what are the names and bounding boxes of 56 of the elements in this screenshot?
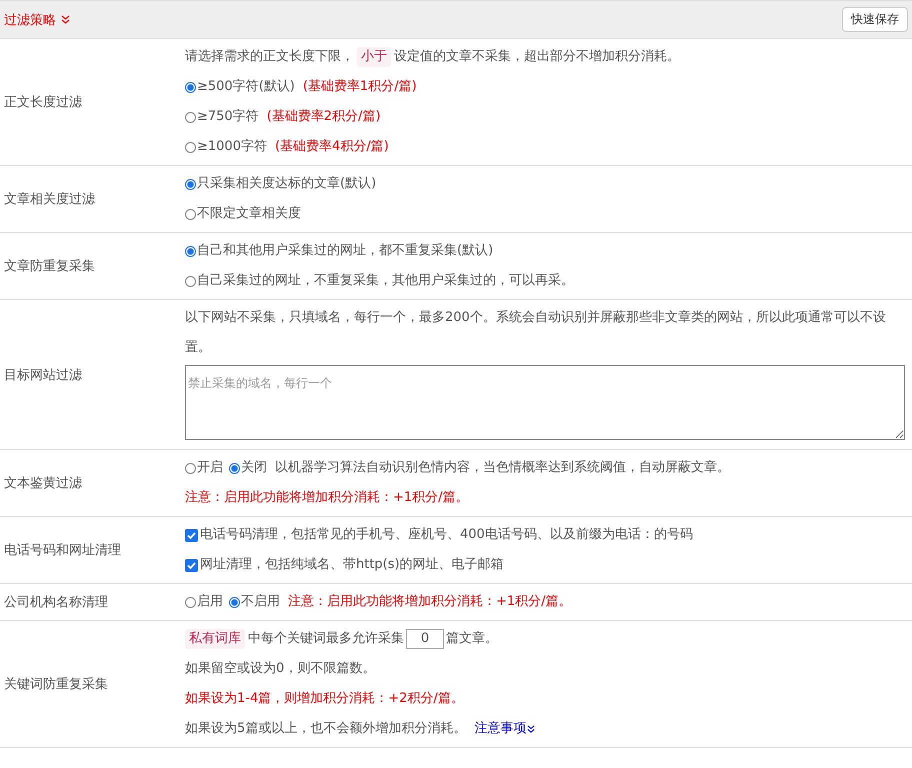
setting-label: 文本鉴黄过滤 bbox=[3, 475, 83, 493]
radio-icon[interactable] bbox=[185, 208, 196, 220]
radio-icon[interactable] bbox=[229, 462, 240, 474]
checkbox[interactable] bbox=[185, 558, 198, 572]
checkbox-option[interactable]: 电话号码清理，包括常见的手机号、座机号、400电话号码、以及前缀为电话：的号码 bbox=[185, 520, 693, 550]
radio-option[interactable]: 自己采集过的网址，不重复采集，其他用户采集过的，可以再采。 bbox=[185, 266, 574, 296]
number-field[interactable]: 0 bbox=[406, 629, 444, 649]
radio-icon[interactable] bbox=[185, 142, 196, 152]
highlight-tag: 小于 bbox=[357, 47, 391, 67]
setting-label: 正文长度过滤 bbox=[3, 94, 83, 112]
radio-option[interactable]: 只采集相关度达标的文章(默认) bbox=[185, 169, 376, 199]
setting-label: 文章相关度过滤 bbox=[3, 191, 96, 209]
radio-icon[interactable] bbox=[185, 178, 196, 190]
double-chevron-icon bbox=[527, 725, 536, 733]
warning-text: (基础费率4积分/篇) bbox=[274, 138, 389, 156]
radio-icon[interactable] bbox=[229, 596, 240, 608]
radio-icon[interactable] bbox=[185, 462, 196, 474]
double-chevron-icon bbox=[61, 15, 70, 24]
warning-text: (基础费率1积分/篇) bbox=[302, 78, 417, 96]
radio-option[interactable]: ≥500字符(默认) bbox=[185, 72, 295, 102]
description-text: 请选择需求的正文长度下限， bbox=[185, 48, 354, 66]
setting-label: 公司机构名称清理 bbox=[3, 594, 109, 612]
setting-label: 目标网站过滤 bbox=[3, 366, 83, 384]
description-text: 如果设为5篇或以上，也不会额外增加积分消耗。 bbox=[185, 720, 466, 738]
highlight-tag: 私有词库 bbox=[185, 629, 245, 649]
setting-label: 文章防重复采集 bbox=[3, 258, 96, 276]
warning-text: 如果设为1-4篇，则增加积分消耗：+2积分/篇。 bbox=[185, 690, 464, 708]
checkbox[interactable] bbox=[185, 528, 198, 542]
radio-option[interactable]: 启用 bbox=[185, 587, 223, 617]
description-text: 以机器学习算法自动识别色情内容，当色情概率达到系统阈值，自动屏蔽文章。 bbox=[275, 459, 730, 477]
setting-label: 关键词防重复采集 bbox=[3, 676, 109, 694]
description-text: 如果留空或设为0，则不限篇数。 bbox=[185, 660, 376, 678]
radio-option[interactable]: 不限定文章相关度 bbox=[185, 199, 301, 229]
domain-textarea[interactable]: 禁止采集的域名，每行一个 bbox=[185, 365, 905, 440]
warning-text: 注意：启用此功能将增加积分消耗：+1积分/篇。 bbox=[288, 593, 572, 611]
radio-option[interactable]: 自己和其他用户采集过的网址，都不重复采集(默认) bbox=[185, 236, 494, 266]
radio-icon[interactable] bbox=[185, 112, 196, 122]
setting-label: 电话号码和网址清理 bbox=[3, 542, 122, 560]
radio-icon[interactable] bbox=[185, 82, 196, 92]
warning-text: 注意：启用此功能将增加积分消耗：+1积分/篇。 bbox=[185, 489, 469, 507]
description-text: 以下网站不采集，只填域名，每行一个，最多200个。系统会自动识别并屏蔽那些非文章类的网站，所以此项通常可以不设置。 bbox=[185, 309, 887, 357]
radio-icon[interactable] bbox=[185, 276, 196, 286]
radio-option[interactable]: 关闭 bbox=[229, 453, 267, 483]
description-text: 设定值的文章不采集，超出部分不增加积分消耗。 bbox=[394, 48, 680, 66]
quick-save-button[interactable]: 快速保存 bbox=[842, 7, 908, 32]
radio-option[interactable]: ≥1000字符 bbox=[185, 132, 267, 162]
radio-option[interactable]: 开启 bbox=[185, 453, 223, 483]
description-text: 篇文章。 bbox=[446, 630, 498, 648]
radio-option[interactable]: 不启用 bbox=[229, 587, 280, 617]
notes-link[interactable]: 注意事项 bbox=[474, 714, 536, 744]
warning-text: (基础费率2积分/篇) bbox=[266, 108, 381, 126]
radio-option[interactable]: ≥750字符 bbox=[185, 102, 259, 132]
radio-icon[interactable] bbox=[185, 596, 196, 608]
description-text: 中每个关键词最多允许采集 bbox=[248, 630, 404, 648]
radio-icon[interactable] bbox=[185, 246, 196, 256]
checkbox-option[interactable]: 网址清理，包括纯域名、带http(s)的网址、电子邮箱 bbox=[185, 550, 504, 580]
